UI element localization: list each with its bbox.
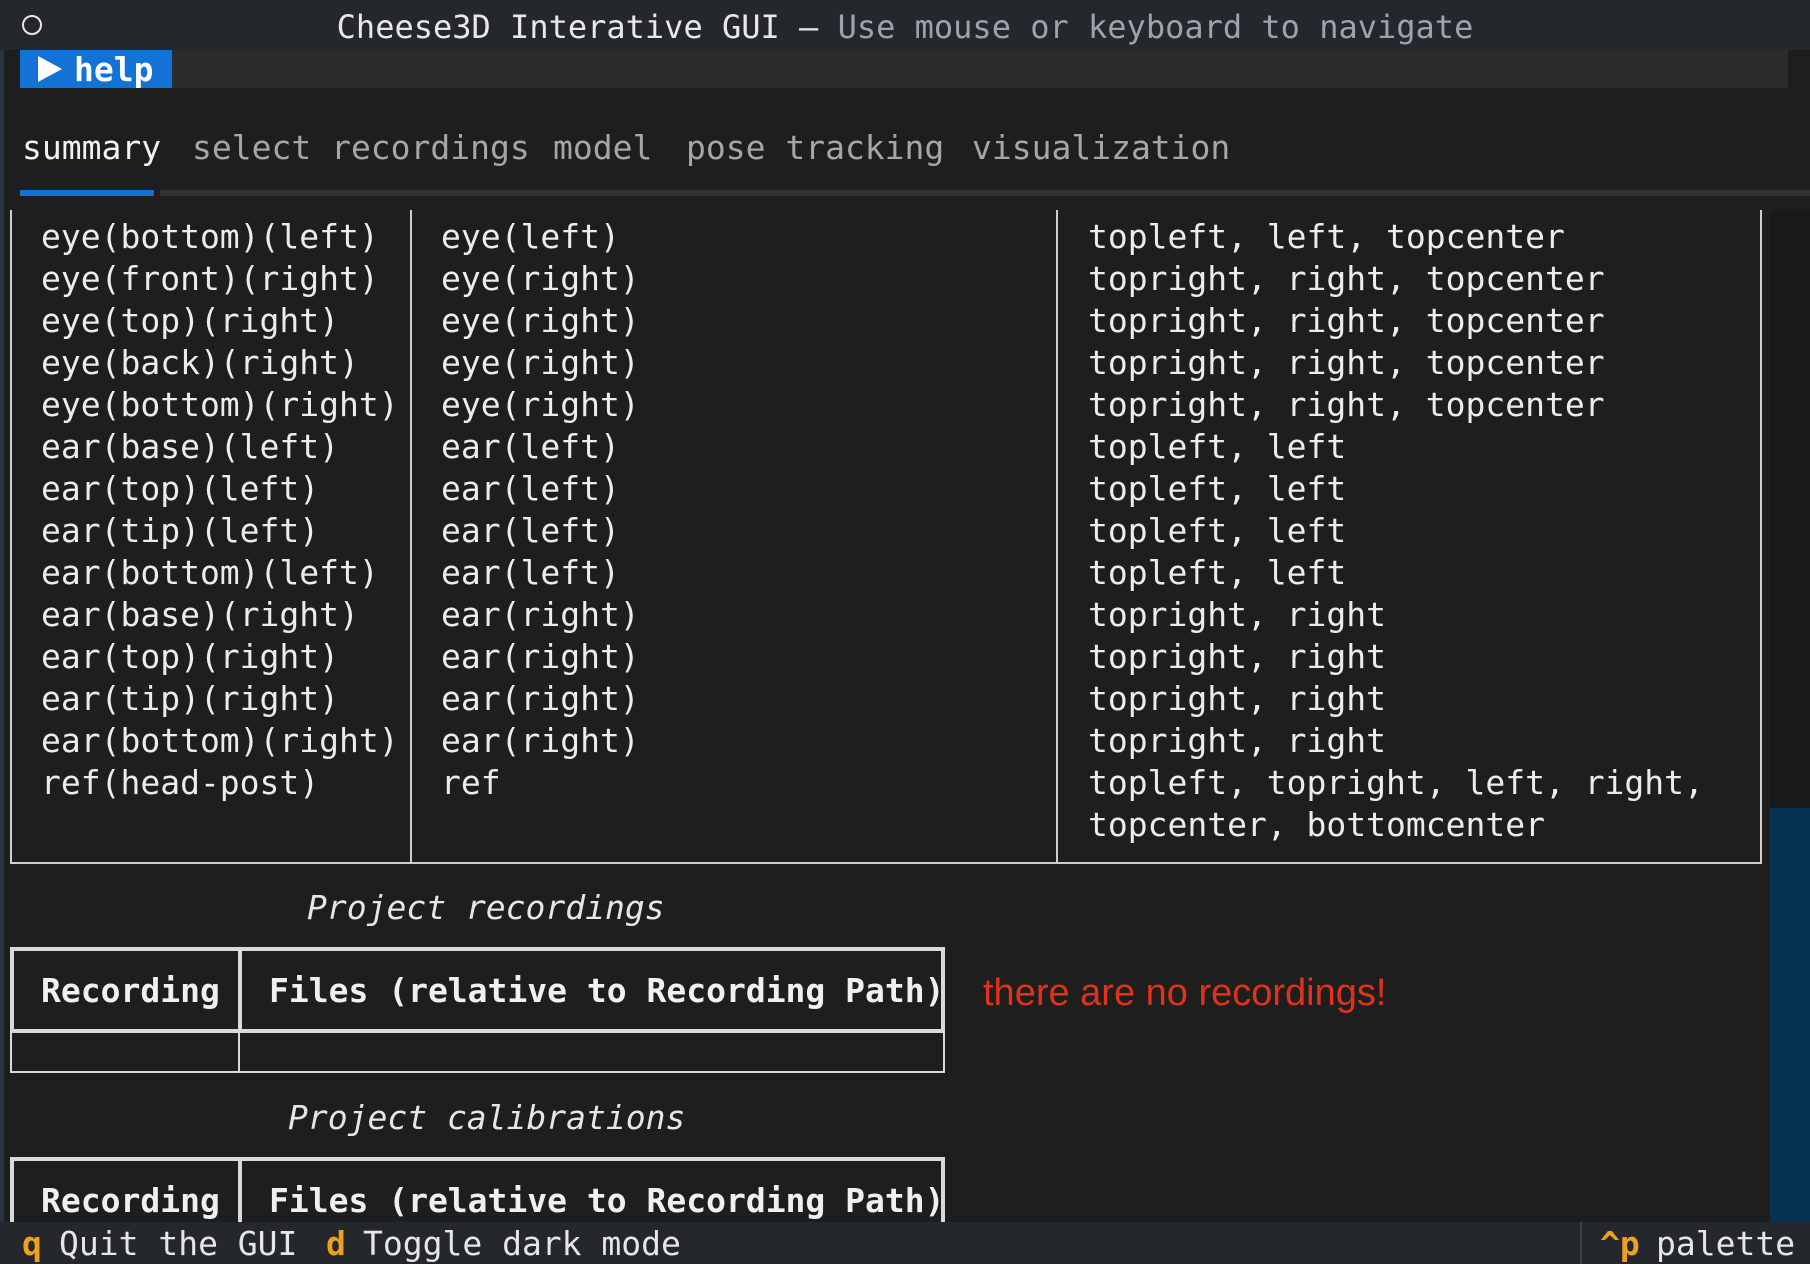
header-files: Files (relative to Recording Path): [269, 971, 945, 1010]
table-column-divider: [410, 210, 412, 862]
header-divider: [238, 951, 242, 1029]
keypoint-cell: topright, right: [1088, 679, 1387, 718]
tab-bar: summary select recordings model pose tra…: [20, 128, 1810, 196]
row-divider: [238, 1033, 240, 1071]
quit-action[interactable]: Quit the GUI: [59, 1224, 297, 1263]
keypoint-cell: topright, right, topcenter: [1088, 343, 1605, 382]
active-tab-underline: [20, 190, 154, 196]
keypoint-groups-column: eye(left) eye(right) eye(right) eye(right) e…: [441, 216, 640, 846]
keypoint-cell: ear(base)(right): [41, 595, 359, 634]
keypoint-cell: eye(right): [441, 385, 640, 424]
keypoint-cell: ear(base)(left): [41, 427, 340, 466]
calibrations-caption: Project calibrations: [288, 1098, 686, 1137]
table-column-divider: [1056, 210, 1058, 862]
tab-bar-rule: [160, 190, 1810, 196]
header-recording: Recording: [41, 971, 220, 1010]
keypoint-cell: ear(bottom)(left): [41, 553, 379, 592]
footer-divider: [1580, 1222, 1582, 1264]
quit-key[interactable]: q: [22, 1224, 42, 1263]
title-separator: —: [799, 8, 819, 46]
keypoint-cell: ref(head-post): [41, 763, 320, 802]
app-title: Cheese3D Interative GUI: [336, 8, 780, 46]
title-hint: Use mouse or keyboard to navigate: [837, 8, 1474, 46]
keypoint-cell: topleft, left: [1088, 553, 1347, 592]
keypoint-cell: eye(back)(right): [41, 343, 359, 382]
keypoint-cell: ear(tip)(right): [41, 679, 340, 718]
keypoint-cell: [41, 804, 399, 846]
keypoint-cell: ear(bottom)(right): [41, 721, 399, 760]
keypoint-cell: ref: [441, 763, 501, 802]
window-title: Cheese3D Interative GUI — Use mouse or k…: [0, 8, 1810, 46]
tab-model[interactable]: model: [553, 128, 652, 167]
table-row: [10, 1033, 945, 1073]
keypoint-cell: ear(top)(right): [41, 637, 340, 676]
title-bar: Cheese3D Interative GUI — Use mouse or k…: [0, 0, 1810, 50]
dark-mode-key[interactable]: d: [326, 1224, 346, 1263]
help-toggle-button[interactable]: help: [20, 49, 172, 89]
keypoint-cell: topleft, left: [1088, 511, 1347, 550]
tab-visualization[interactable]: visualization: [972, 128, 1230, 167]
keypoint-cell: ear(right): [441, 679, 640, 718]
keypoint-cell: topright, right: [1088, 721, 1387, 760]
keypoint-cell: topcenter, bottomcenter: [1088, 805, 1545, 844]
header-files: Files (relative to Recording Path): [269, 1181, 945, 1220]
help-label: help: [74, 49, 154, 89]
keypoint-cell: ear(right): [441, 637, 640, 676]
keypoint-cell: eye(bottom)(right): [41, 385, 399, 424]
keypoint-cell: ear(tip)(left): [41, 511, 320, 550]
keypoint-cell: topright, right: [1088, 637, 1387, 676]
keypoint-cell: topright, right: [1088, 595, 1387, 634]
no-recordings-message: there are no recordings!: [983, 972, 1387, 1014]
keypoint-cell: eye(left): [441, 217, 620, 256]
tab-select-recordings[interactable]: select recordings: [192, 128, 530, 167]
keypoint-cell: eye(right): [441, 343, 640, 382]
keypoint-cell: topleft, left, topcenter: [1088, 217, 1565, 256]
header-recording: Recording: [41, 1181, 220, 1220]
footer-bar: q Quit the GUI d Toggle dark mode ^p pal…: [0, 1222, 1810, 1264]
keypoint-cell: ear(left): [441, 469, 620, 508]
header-divider: [238, 1161, 242, 1222]
keypoint-cell: eye(bottom)(left): [41, 217, 379, 256]
toggle-dark-mode-action[interactable]: Toggle dark mode: [363, 1224, 681, 1263]
keypoint-cell: topright, right, topcenter: [1088, 259, 1605, 298]
keypoint-cell: [441, 804, 640, 846]
keypoint-table: eye(bottom)(left) eye(front)(right) eye(to…: [10, 210, 1762, 864]
keypoint-cell: topright, right, topcenter: [1088, 301, 1605, 340]
tab-summary[interactable]: summary: [22, 128, 161, 167]
palette-key[interactable]: ^p: [1600, 1224, 1640, 1263]
recordings-caption: Project recordings: [307, 888, 665, 927]
keypoint-cell: ear(left): [441, 427, 620, 466]
keypoint-cell: ear(left): [441, 553, 620, 592]
keypoint-names-column: eye(bottom)(left) eye(front)(right) eye(to…: [41, 216, 399, 846]
play-arrow-icon: [38, 56, 62, 82]
keypoint-cell: eye(front)(right): [41, 259, 379, 298]
keypoint-cell: ear(left): [441, 511, 620, 550]
keypoint-cell: ear(top)(left): [41, 469, 320, 508]
keypoint-cell: eye(right): [441, 259, 640, 298]
keypoint-cell: eye(right): [441, 301, 640, 340]
keypoint-cell: ear(right): [441, 721, 640, 760]
keypoint-views-column: topleft, left, topcenter topright, right,…: [1088, 216, 1704, 846]
table-header: Recording Files (relative to Recording P…: [10, 947, 945, 1033]
keypoint-cell: topleft, left: [1088, 427, 1347, 466]
keypoint-cell: eye(top)(right): [41, 301, 340, 340]
keypoint-cell: topright, right, topcenter: [1088, 385, 1605, 424]
palette-action[interactable]: palette: [1656, 1224, 1795, 1263]
keypoint-cell: ear(right): [441, 595, 640, 634]
summary-content[interactable]: eye(bottom)(left) eye(front)(right) eye(to…: [0, 210, 1790, 1222]
help-bar: help: [20, 49, 1788, 89]
keypoint-cell: topleft, topright, left, right,: [1088, 763, 1704, 802]
tab-pose-tracking[interactable]: pose tracking: [686, 128, 944, 167]
table-header: Recording Files (relative to Recording P…: [10, 1157, 945, 1222]
keypoint-cell: topleft, left: [1088, 469, 1347, 508]
